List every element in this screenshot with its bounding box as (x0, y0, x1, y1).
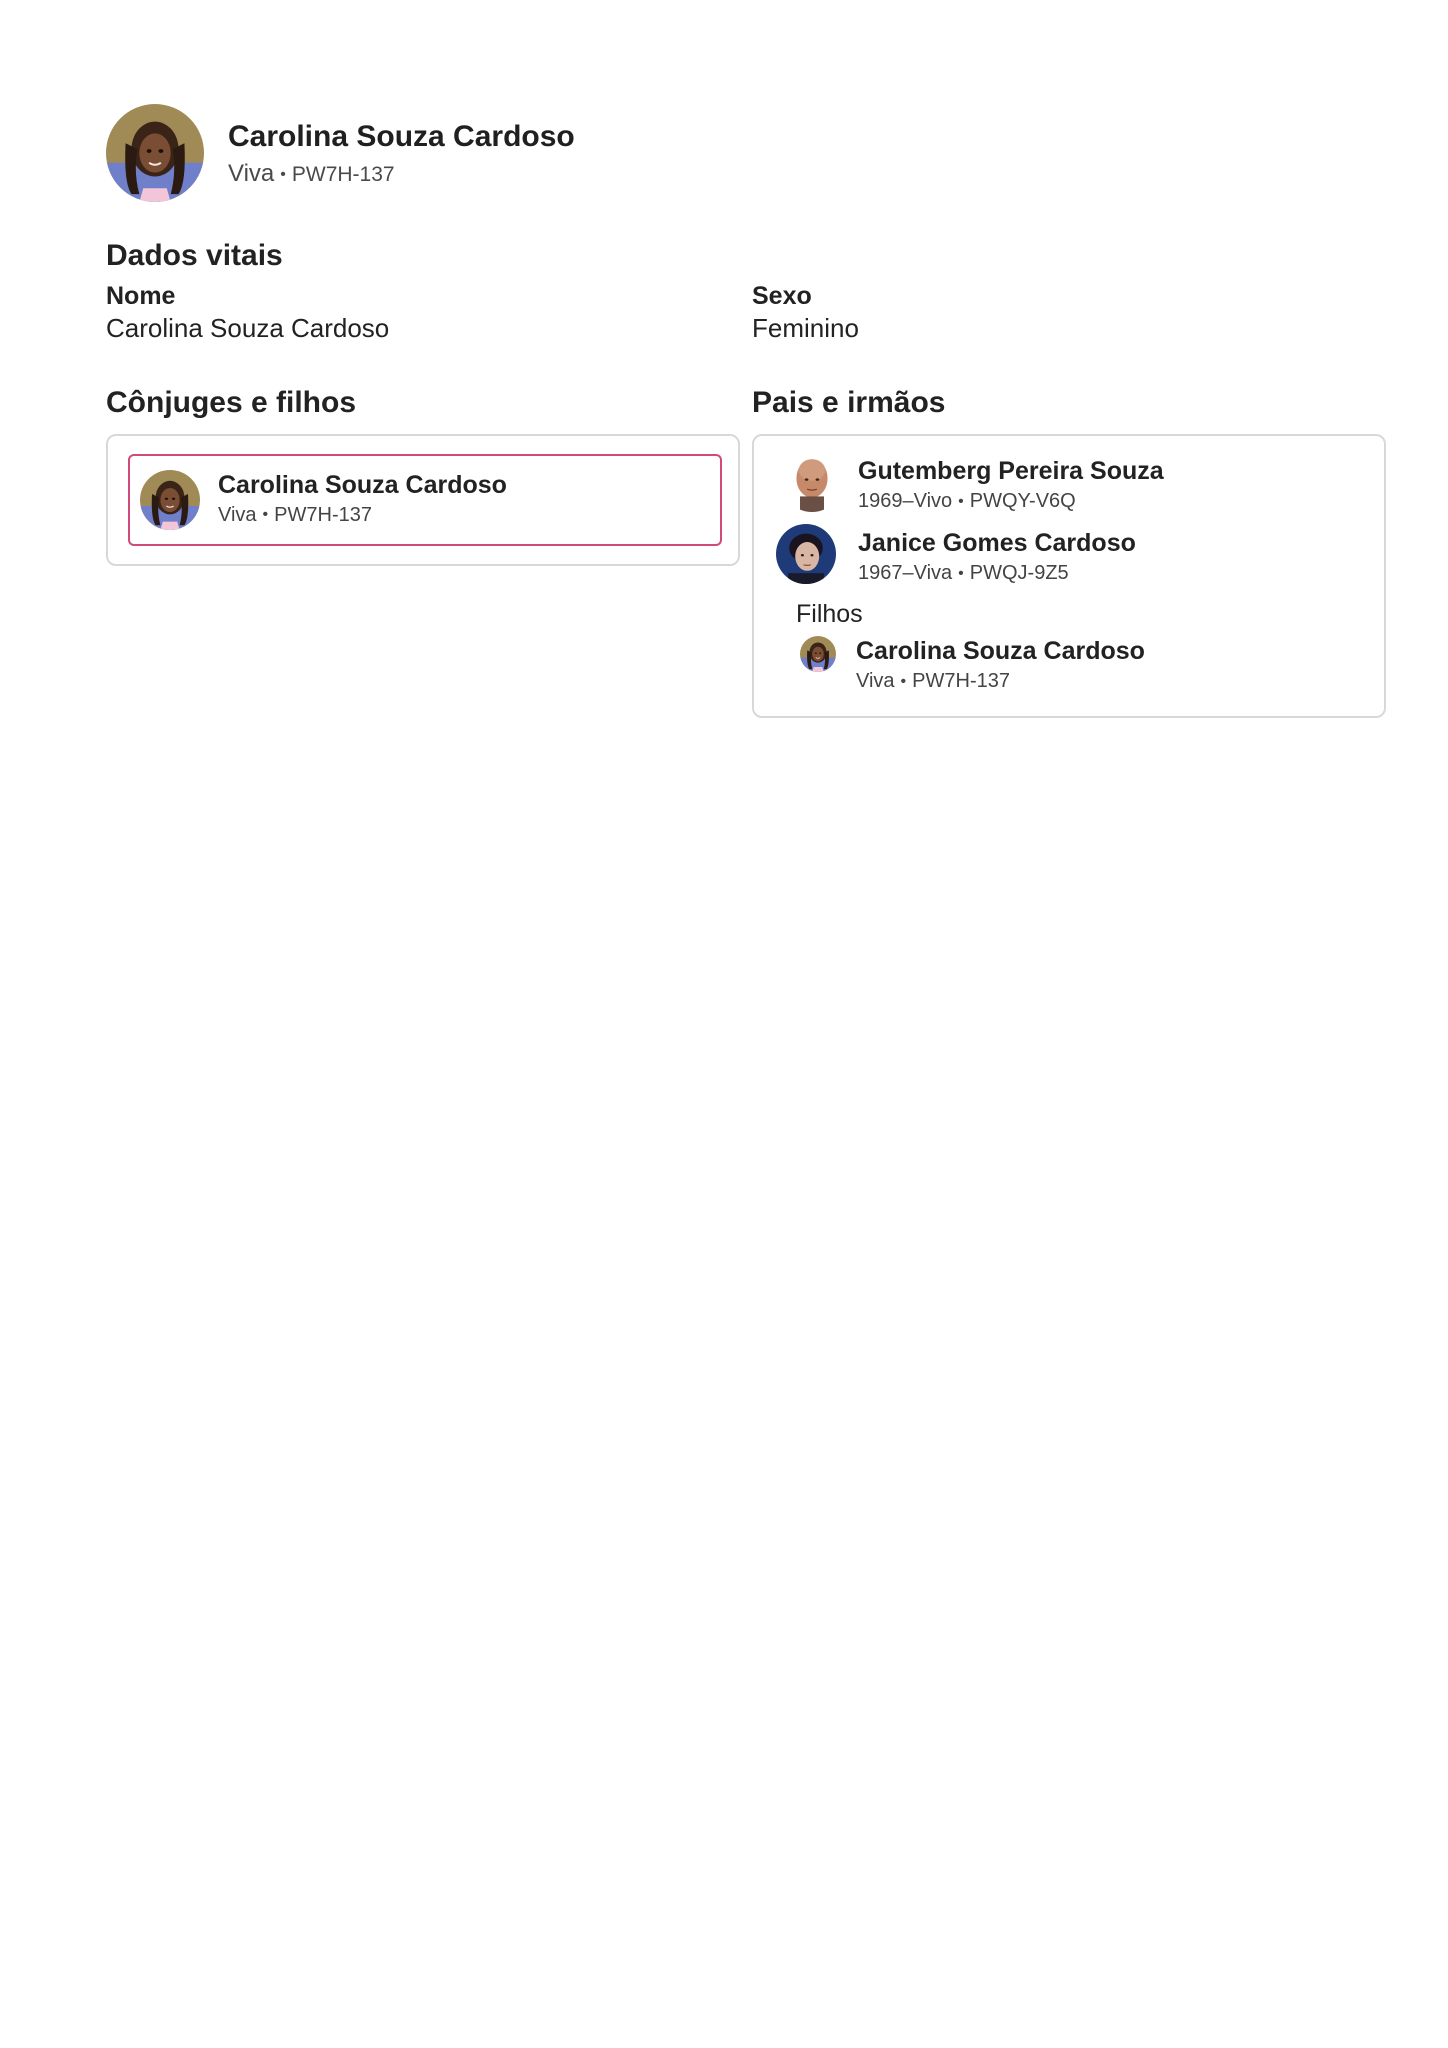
separator-dot: • (900, 672, 907, 690)
current-person-meta: Viva • PW7H-137 (218, 504, 372, 527)
spouses-title: Cônjuges e filhos (106, 386, 357, 419)
portrait-girl-icon (800, 636, 836, 672)
mother-meta: 1967–Viva • PWQJ-9Z5 (858, 562, 1136, 585)
separator-dot: • (958, 492, 964, 510)
separator-dot: • (262, 506, 269, 524)
parents-card: Gutemberg Pereira Souza 1969–Vivo • PWQY-V… (752, 434, 1386, 718)
sex-value: Feminino (752, 313, 859, 343)
separator-dot: • (958, 564, 964, 582)
person-meta: Viva • PW7H-137 (228, 160, 575, 188)
current-person-info: Carolina Souza Cardoso Viva • PW7H-137 (218, 470, 507, 527)
parents-title: Pais e irmãos (752, 386, 946, 419)
father-dates: 1969–Vivo (858, 490, 953, 512)
mother-info: Janice Gomes Cardoso 1967–Viva • PWQJ-9Z5 (858, 528, 1136, 585)
child-meta: Viva • PW7H-137 (856, 670, 1145, 693)
person-name: Carolina Souza Cardoso (228, 120, 575, 153)
portrait-man-bald-icon (782, 452, 842, 512)
spouses-card: Carolina Souza Cardoso Viva • PW7H-137 (106, 434, 740, 566)
current-person-pid: PW7H-137 (274, 503, 372, 526)
person-status: Viva (228, 160, 275, 187)
father-meta: 1969–Vivo • PWQY-V6Q (858, 490, 1164, 513)
children-label: Filhos (796, 600, 863, 628)
sex-label: Sexo (752, 282, 812, 310)
father-pid: PWQY-V6Q (969, 490, 1076, 512)
mother-dates: 1967–Viva (858, 562, 953, 584)
current-person-name: Carolina Souza Cardoso (218, 470, 507, 499)
separator-dot: • (280, 165, 286, 183)
name-label: Nome (106, 282, 176, 310)
current-person-status: Viva (218, 503, 257, 526)
person-header-info: Carolina Souza Cardoso Viva • PW7H-137 (228, 118, 575, 188)
person-header: Carolina Souza Cardoso Viva • PW7H-137 (106, 104, 575, 202)
mother-pid: PWQJ-9Z5 (969, 562, 1069, 584)
child-status: Viva (856, 670, 895, 692)
portrait-young-man-icon (776, 524, 836, 584)
father-row[interactable]: Gutemberg Pereira Souza 1969–Vivo • PWQY-V… (782, 456, 1164, 513)
child-info: Carolina Souza Cardoso Viva • PW7H-137 (856, 636, 1145, 693)
current-person-row[interactable]: Carolina Souza Cardoso Viva • PW7H-137 (128, 454, 722, 546)
portrait-girl-icon (140, 470, 200, 530)
child-name: Carolina Souza Cardoso (856, 637, 1145, 665)
mother-row[interactable]: Janice Gomes Cardoso 1967–Viva • PWQJ-9Z5 (776, 528, 1136, 585)
child-pid: PW7H-137 (912, 670, 1010, 692)
vitals-title: Dados vitais (106, 239, 283, 272)
portrait-girl-icon (106, 104, 204, 202)
child-row[interactable]: Carolina Souza Cardoso Viva • PW7H-137 (800, 636, 1145, 693)
person-pid: PW7H-137 (291, 163, 395, 186)
father-name: Gutemberg Pereira Souza (858, 457, 1164, 485)
father-info: Gutemberg Pereira Souza 1969–Vivo • PWQY-V… (858, 456, 1164, 513)
mother-name: Janice Gomes Cardoso (858, 529, 1136, 557)
name-value: Carolina Souza Cardoso (106, 313, 390, 343)
